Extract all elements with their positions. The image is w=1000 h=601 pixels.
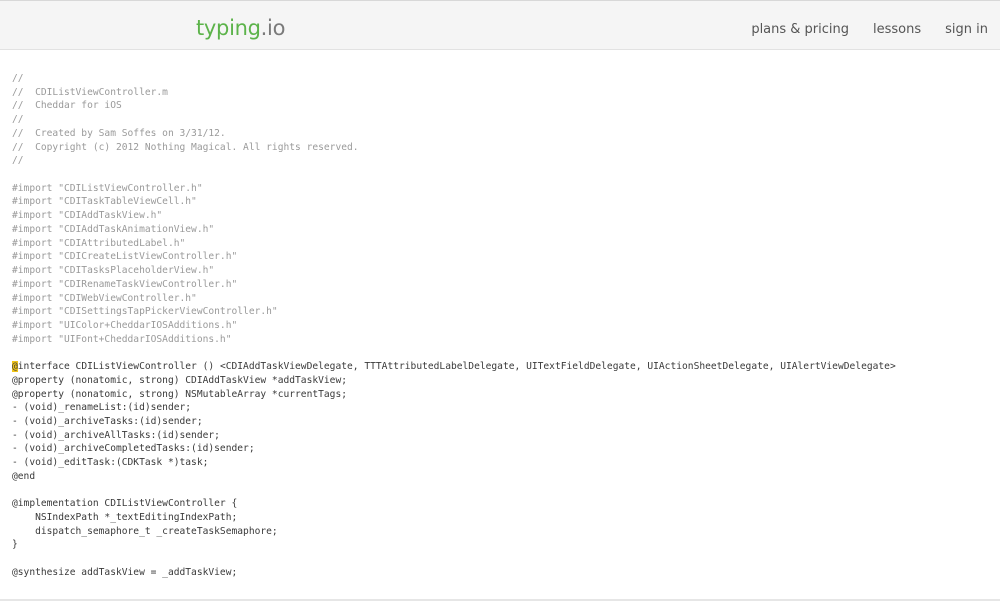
pending-code-line: - (void)_editTask:(CDKTask *)task; bbox=[12, 457, 209, 469]
pending-code-line: - (void)_archiveTasks:(id)sender; bbox=[12, 415, 203, 427]
pending-code-line bbox=[12, 552, 992, 566]
current-code-line: @interface CDIListViewController () <CDI… bbox=[12, 360, 992, 374]
logo-tld-text: .io bbox=[260, 16, 286, 40]
typed-code-line bbox=[12, 346, 992, 360]
pending-code-line: @property (nonatomic, strong) CDIAddTask… bbox=[12, 374, 348, 386]
typed-code-line: #import "CDIAddTaskAnimationView.h" bbox=[12, 223, 215, 235]
pending-code-line: @property (nonatomic, strong) NSMutableA… bbox=[12, 388, 348, 400]
typed-code-line: // Copyright (c) 2012 Nothing Magical. A… bbox=[12, 141, 359, 153]
top-navigation-bar: typing.io plans & pricing lessons sign i… bbox=[0, 0, 1000, 50]
nav-lessons-link[interactable]: lessons bbox=[873, 21, 921, 38]
typed-code-line: #import "UIFont+CheddarIOSAdditions.h" bbox=[12, 333, 232, 345]
typed-code-line: // bbox=[12, 73, 24, 84]
typed-code-line: #import "CDITasksPlaceholderView.h" bbox=[12, 265, 215, 277]
typed-code-line: #import "CDISettingsTapPickerViewControl… bbox=[12, 306, 278, 318]
pending-code-line bbox=[12, 484, 992, 498]
typed-code-line: #import "CDIWebViewController.h" bbox=[12, 292, 197, 304]
typed-code-line: // CDIListViewController.m bbox=[12, 86, 168, 98]
typed-code-line: // Cheddar for iOS bbox=[12, 100, 122, 112]
typed-code-line: // bbox=[12, 114, 24, 126]
pending-code-line: @synthesize addTaskView = _addTaskView; bbox=[12, 566, 238, 578]
typing-code-area[interactable]: // // CDIListViewController.m // Cheddar f… bbox=[12, 72, 992, 580]
typed-code-line: #import "CDIRenameTaskViewController.h" bbox=[12, 278, 238, 290]
typed-code-line bbox=[12, 168, 992, 182]
pending-code-line: @implementation CDIListViewController { bbox=[12, 498, 238, 510]
pending-code-line: - (void)_archiveAllTasks:(id)sender; bbox=[12, 429, 220, 441]
current-line-remaining-text: interface CDIListViewController () <CDIA… bbox=[17, 361, 896, 373]
typed-code-line: #import "UIColor+CheddarIOSAdditions.h" bbox=[12, 319, 238, 331]
logo[interactable]: typing.io bbox=[196, 15, 285, 41]
pending-code-line: NSIndexPath *_textEditingIndexPath; bbox=[12, 512, 238, 523]
main-nav: plans & pricing lessons sign in bbox=[751, 21, 988, 38]
pending-code-line: - (void)_archiveCompletedTasks:(id)sende… bbox=[12, 443, 255, 455]
typed-code-line: #import "CDIAddTaskView.h" bbox=[12, 210, 163, 222]
typed-code-line: #import "CDITaskTableViewCell.h" bbox=[12, 196, 197, 208]
nav-plans-pricing-link[interactable]: plans & pricing bbox=[751, 21, 849, 38]
typed-code-line: #import "CDIAttributedLabel.h" bbox=[12, 237, 186, 249]
pending-code-line: dispatch_semaphore_t _createTaskSemaphor… bbox=[12, 525, 278, 537]
pending-code-line: @end bbox=[12, 470, 36, 482]
pending-code-line: - (void)_renameList:(id)sender; bbox=[12, 402, 192, 414]
nav-sign-in-link[interactable]: sign in bbox=[945, 21, 988, 38]
typed-code-line: #import "CDIListViewController.h" bbox=[12, 182, 203, 194]
typed-code-line: // Created by Sam Soffes on 3/31/12. bbox=[12, 127, 226, 139]
pending-code-line: } bbox=[12, 539, 18, 551]
typed-code-line: // bbox=[12, 155, 24, 167]
typed-code-line: #import "CDICreateListViewController.h" bbox=[12, 251, 238, 263]
logo-main-text: typing bbox=[196, 16, 261, 40]
